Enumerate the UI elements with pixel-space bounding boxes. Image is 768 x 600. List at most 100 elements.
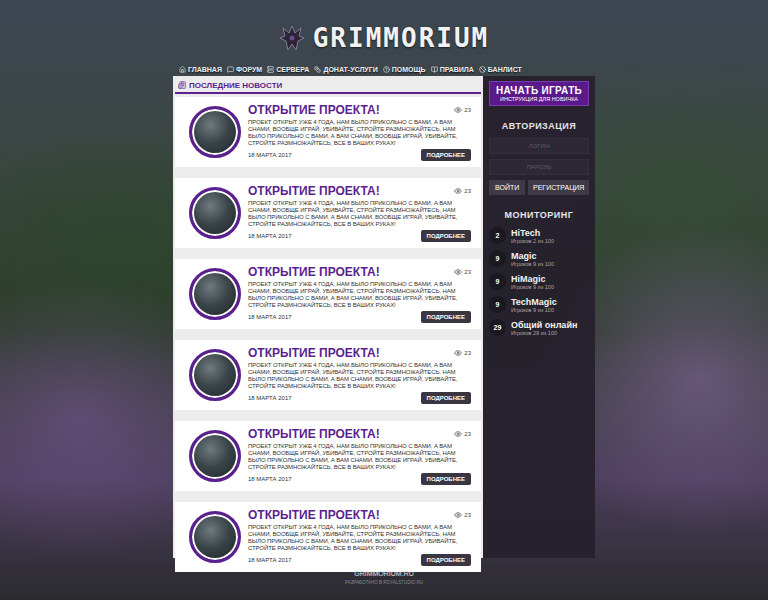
- server-players: Игроков 9 из 100: [511, 261, 554, 267]
- password-field[interactable]: [489, 159, 589, 175]
- logo-text[interactable]: GRIMMORIUM: [313, 23, 490, 53]
- online-count: 9: [489, 250, 506, 267]
- news-title-row: ОТКРЫТИЕ ПРОЕКТА!23: [248, 184, 471, 198]
- server-players: Игроков 2 из 100: [511, 238, 554, 244]
- sidebar: НАЧАТЬ ИГРАТЬИНСТРУКЦИЯ ДЛЯ НОВИЧКААВТОР…: [483, 76, 595, 558]
- server-players: Игроков 9 из 100: [511, 284, 554, 290]
- eye-icon: [454, 511, 462, 519]
- news-body: ОТКРЫТИЕ ПРОЕКТА! 23 ПРОЕКТ ОТКРЫТ УЖЕ 4 Г…: [248, 508, 471, 566]
- news-views: 23: [454, 349, 471, 357]
- nav-item[interactable]: ПОМОЩЬ: [383, 66, 426, 73]
- server-row: 29Общий онлайнИгроков 29 из 100: [489, 319, 589, 336]
- login-field[interactable]: [489, 138, 589, 154]
- auth-buttons: ВОЙТИРЕГИСТРАЦИЯ: [489, 180, 589, 195]
- nav-item[interactable]: БАНЛИСТ: [479, 66, 522, 73]
- news-title-row: ОТКРЫТИЕ ПРОЕКТА! 23: [248, 508, 471, 522]
- server-row: 9 MagicИгроков 9 из 100: [489, 250, 589, 267]
- news-views: 23: [454, 268, 471, 276]
- news-thumbnail: [189, 349, 241, 401]
- news-card: ОТКРЫТИЕ ПРОЕКТА! 23 ПРОЕКТ ОТКРЫТ УЖЕ 4 Г…: [175, 421, 481, 491]
- news-list: ОТКРЫТИЕ ПРОЕКТА! 23 ПРОЕКТ ОТКРЫТ УЖЕ 4 Г…: [175, 97, 481, 572]
- news-body: ОТКРЫТИЕ ПРОЕКТА! 23 ПРОЕКТ ОТКРЫТ УЖЕ 4 Г…: [248, 427, 471, 485]
- nav-item[interactable]: ГЛАВНАЯ: [179, 66, 222, 73]
- play-label: НАЧАТЬ ИГРАТЬ: [496, 85, 582, 96]
- play-button[interactable]: НАЧАТЬ ИГРАТЬИНСТРУКЦИЯ ДЛЯ НОВИЧКА: [489, 81, 589, 106]
- news-footer: 18 МАРТА 2017ПОДРОБНЕЕ: [248, 473, 471, 485]
- eye-icon: [454, 187, 462, 195]
- news-title[interactable]: ОТКРЫТИЕ ПРОЕКТА!: [248, 184, 380, 198]
- news-body: ОТКРЫТИЕ ПРОЕКТА!23 ПРОЕКТ ОТКРЫТ УЖЕ 4 Г…: [248, 184, 471, 242]
- more-button[interactable]: ПОДРОБНЕЕ: [421, 311, 471, 323]
- login-button[interactable]: ВОЙТИ: [489, 180, 525, 195]
- news-text: ПРОЕКТ ОТКРЫТ УЖЕ 4 ГОДА, НАМ БЫЛО ПРИКО…: [248, 443, 471, 471]
- monitoring-heading: МОНИТОРИНГ: [489, 210, 589, 220]
- news-views: 23: [454, 511, 471, 519]
- nav-item[interactable]: СЕРВЕРА: [267, 66, 309, 73]
- news-title-row: ОТКРЫТИЕ ПРОЕКТА! 23: [248, 427, 471, 441]
- footer: GRIMMORIUM.RU РАЗРАБОТАНО В ROYALSTUDIO.R…: [345, 558, 423, 585]
- news-section: ПОСЛЕДНИЕ НОВОСТИОТКРЫТИЕ ПРОЕКТА!23ПРОЕ…: [173, 76, 483, 558]
- chat-icon: [227, 66, 234, 73]
- news-card: ОТКРЫТИЕ ПРОЕКТА!23ПРОЕКТ ОТКРЫТ УЖЕ 4 Г…: [175, 97, 481, 167]
- news-card: ОТКРЫТИЕ ПРОЕКТА!23 ПРОЕКТ ОТКРЫТ УЖЕ 4 Г…: [175, 178, 481, 248]
- more-button[interactable]: ПОДРОБНЕЕ: [421, 149, 471, 161]
- server-name: Magic: [511, 251, 554, 261]
- news-card: ОТКРЫТИЕ ПРОЕКТА! 23 ПРОЕКТ ОТКРЫТ УЖЕ 4 Г…: [175, 259, 481, 329]
- server-name: Общий онлайн: [511, 320, 577, 330]
- ban-icon: [479, 66, 486, 73]
- online-count: 2: [489, 227, 506, 244]
- newspaper-icon: [178, 81, 186, 89]
- book-icon: [431, 66, 438, 73]
- play-sub: ИНСТРУКЦИЯ ДЛЯ НОВИЧКА: [500, 96, 578, 102]
- news-thumbnail: [189, 187, 241, 239]
- news-title[interactable]: ОТКРЫТИЕ ПРОЕКТА!: [248, 508, 380, 522]
- news-date: 18 МАРТА 2017: [248, 395, 292, 401]
- coins-icon: [314, 66, 321, 73]
- online-count: 9: [489, 273, 506, 290]
- dragon-logo-icon: [279, 24, 305, 52]
- news-text: ПРОЕКТ ОТКРЫТ УЖЕ 4 ГОДА, НАМ БЫЛО ПРИКО…: [248, 362, 471, 390]
- server-row: 2 HiTechИгроков 2 из 100: [489, 227, 589, 244]
- eye-icon: [454, 268, 462, 276]
- server-name: HiMagic: [511, 274, 554, 284]
- nav-bar: ГЛАВНАЯ ФОРУМ СЕРВЕРА ДОНАТ-УСЛУГИ ПОМОЩЬ ПРА…: [173, 62, 595, 76]
- nav-item[interactable]: ДОНАТ-УСЛУГИ: [314, 66, 377, 73]
- online-count: 29: [489, 319, 506, 336]
- more-button[interactable]: ПОДРОБНЕЕ: [421, 392, 471, 404]
- news-date: 18 МАРТА 2017: [248, 557, 292, 563]
- online-count: 9: [489, 296, 506, 313]
- home-icon: [179, 66, 186, 73]
- news-card: ОТКРЫТИЕ ПРОЕКТА! 23 ПРОЕКТ ОТКРЫТ УЖЕ 4 Г…: [175, 340, 481, 410]
- news-footer: 18 МАРТА 2017ПОДРОБНЕЕ: [248, 149, 471, 161]
- server-name: HiTech: [511, 228, 554, 238]
- news-text: ПРОЕКТ ОТКРЫТ УЖЕ 4 ГОДА, НАМ БЫЛО ПРИКО…: [248, 281, 471, 309]
- news-views: 23: [454, 430, 471, 438]
- server-name: TechMagic: [511, 297, 557, 307]
- news-body: ОТКРЫТИЕ ПРОЕКТА! 23 ПРОЕКТ ОТКРЫТ УЖЕ 4 Г…: [248, 346, 471, 404]
- news-title[interactable]: ОТКРЫТИЕ ПРОЕКТА!: [248, 427, 380, 441]
- news-title[interactable]: ОТКРЫТИЕ ПРОЕКТА!: [248, 265, 380, 279]
- more-button[interactable]: ПОДРОБНЕЕ: [421, 554, 471, 566]
- news-thumbnail: [189, 268, 241, 320]
- footer-credit: РАЗРАБОТАНО В ROYALSTUDIO.RU: [345, 580, 423, 585]
- news-date: 18 МАРТА 2017: [248, 233, 292, 239]
- news-card: ОТКРЫТИЕ ПРОЕКТА! 23 ПРОЕКТ ОТКРЫТ УЖЕ 4 Г…: [175, 502, 481, 572]
- server-row: 9TechMagicИгроков 9 из 100: [489, 296, 589, 313]
- server-row: 9 HiMagicИгроков 9 из 100: [489, 273, 589, 290]
- nav-item[interactable]: ПРАВИЛА: [431, 66, 474, 73]
- server-list: 2HiTechИгроков 2 из 1009MagicИгроков 9 и…: [489, 227, 589, 336]
- news-footer: 18 МАРТА 2017 ПОДРОБНЕЕ: [248, 230, 471, 242]
- news-title[interactable]: ОТКРЫТИЕ ПРОЕКТА!: [248, 346, 380, 360]
- news-title[interactable]: ОТКРЫТИЕ ПРОЕКТА!: [248, 103, 380, 117]
- register-button[interactable]: РЕГИСТРАЦИЯ: [528, 180, 589, 195]
- header: GRIMMORIUM: [279, 0, 490, 62]
- main: ПОСЛЕДНИЕ НОВОСТИОТКРЫТИЕ ПРОЕКТА!23ПРОЕ…: [173, 76, 595, 558]
- eye-icon: [454, 430, 462, 438]
- nav-item[interactable]: ФОРУМ: [227, 66, 262, 73]
- news-text: ПРОЕКТ ОТКРЫТ УЖЕ 4 ГОДА, НАМ БЫЛО ПРИКО…: [248, 200, 471, 228]
- news-title-row: ОТКРЫТИЕ ПРОЕКТА! 23: [248, 346, 471, 360]
- news-text: ПРОЕКТ ОТКРЫТ УЖЕ 4 ГОДА, НАМ БЫЛО ПРИКО…: [248, 524, 471, 552]
- more-button[interactable]: ПОДРОБНЕЕ: [421, 473, 471, 485]
- more-button[interactable]: ПОДРОБНЕЕ: [421, 230, 471, 242]
- footer-site[interactable]: GRIMMORIUM.RU: [354, 570, 414, 577]
